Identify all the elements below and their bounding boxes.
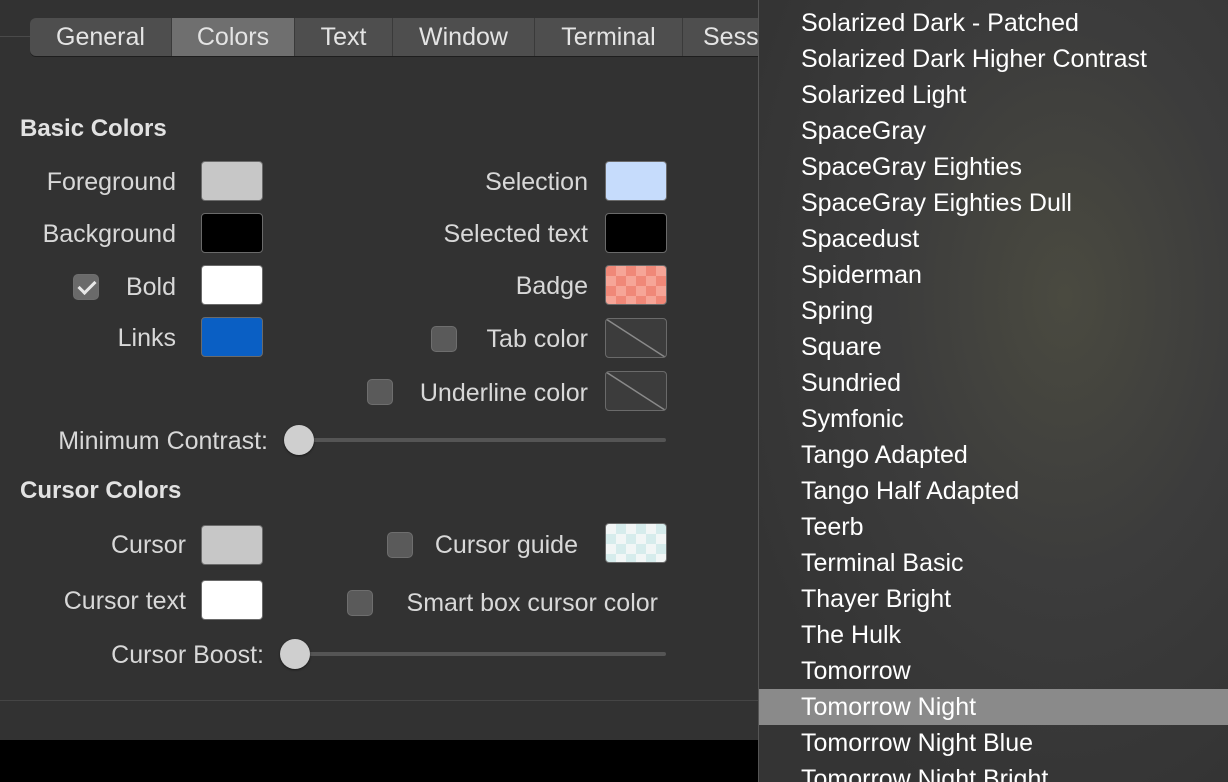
- selected-text-label: Selected text: [443, 220, 588, 248]
- underline-color-checkbox[interactable]: [367, 379, 393, 405]
- selection-color-well[interactable]: [605, 161, 667, 201]
- color-presets-list: Solarized Dark - Patched Solarized Dark H…: [759, 5, 1228, 782]
- menu-item[interactable]: Thayer Bright: [759, 581, 1228, 617]
- cursor-text-color-well[interactable]: [201, 580, 263, 620]
- smart-box-cursor-color-checkbox[interactable]: [347, 590, 373, 616]
- selected-text-color-well[interactable]: [605, 213, 667, 253]
- background-color-well[interactable]: [201, 213, 263, 253]
- menu-item[interactable]: Symfonic: [759, 401, 1228, 437]
- menu-item[interactable]: Tango Half Adapted: [759, 473, 1228, 509]
- tab-general[interactable]: General: [30, 18, 172, 56]
- menu-item[interactable]: Spiderman: [759, 257, 1228, 293]
- tab-color-well[interactable]: [605, 318, 667, 358]
- minimum-contrast-label: Minimum Contrast:: [58, 427, 268, 455]
- cursor-colors-heading: Cursor Colors: [20, 477, 182, 504]
- no-color-slash-icon: [606, 319, 666, 357]
- foreground-label: Foreground: [46, 168, 176, 196]
- menu-item[interactable]: SpaceGray Eighties: [759, 149, 1228, 185]
- foreground-color-well[interactable]: [201, 161, 263, 201]
- minimum-contrast-slider[interactable]: [290, 438, 666, 442]
- cursor-guide-label: Cursor guide: [434, 531, 578, 559]
- cursor-guide-color-well[interactable]: [605, 523, 667, 563]
- cursor-boost-slider[interactable]: [286, 652, 666, 656]
- menu-item[interactable]: Tomorrow Night: [759, 689, 1228, 725]
- links-color-well[interactable]: [201, 317, 263, 357]
- underline-color-label: Underline color: [419, 379, 588, 407]
- cursor-color-well[interactable]: [201, 525, 263, 565]
- cursor-boost-slider-knob[interactable]: [280, 639, 310, 669]
- cursor-text-label: Cursor text: [63, 587, 186, 615]
- divider: [0, 700, 760, 701]
- menu-item[interactable]: Spacedust: [759, 221, 1228, 257]
- menu-item[interactable]: Tomorrow: [759, 653, 1228, 689]
- menu-item[interactable]: Terminal Basic: [759, 545, 1228, 581]
- no-color-slash-icon: [606, 372, 666, 410]
- menu-item[interactable]: Square: [759, 329, 1228, 365]
- badge-color-well[interactable]: [605, 265, 667, 305]
- menu-item[interactable]: Teerb: [759, 509, 1228, 545]
- bold-color-well[interactable]: [201, 265, 263, 305]
- menu-item[interactable]: Solarized Light: [759, 77, 1228, 113]
- menu-item[interactable]: SpaceGray Eighties Dull: [759, 185, 1228, 221]
- tab-colors[interactable]: Colors: [172, 18, 295, 56]
- background-label: Background: [42, 220, 176, 248]
- menu-item[interactable]: SpaceGray: [759, 113, 1228, 149]
- tab-color-checkbox[interactable]: [431, 326, 457, 352]
- bold-label: Bold: [125, 273, 176, 301]
- cursor-guide-checkbox[interactable]: [387, 532, 413, 558]
- tab-text[interactable]: Text: [295, 18, 393, 56]
- menu-item[interactable]: Solarized Dark Higher Contrast: [759, 41, 1228, 77]
- cursor-label: Cursor: [110, 531, 186, 559]
- cursor-boost-label: Cursor Boost:: [111, 641, 264, 669]
- tab-bar: General Colors Text Window Terminal Sess: [30, 18, 760, 56]
- menu-item[interactable]: Tomorrow Night Bright: [759, 761, 1228, 782]
- tab-color-label: Tab color: [486, 325, 588, 353]
- badge-label: Badge: [515, 272, 588, 300]
- minimum-contrast-slider-knob[interactable]: [284, 425, 314, 455]
- menu-item[interactable]: Solarized Dark - Patched: [759, 5, 1228, 41]
- menu-item[interactable]: Sundried: [759, 365, 1228, 401]
- menu-item[interactable]: Tomorrow Night Blue: [759, 725, 1228, 761]
- smart-box-cursor-color-label: Smart box cursor color: [406, 589, 658, 617]
- underline-color-well[interactable]: [605, 371, 667, 411]
- color-presets-menu: Solarized Dark - Patched Solarized Dark H…: [758, 0, 1228, 782]
- tab-window[interactable]: Window: [393, 18, 535, 56]
- menu-item[interactable]: Spring: [759, 293, 1228, 329]
- links-label: Links: [117, 324, 176, 352]
- basic-colors-heading: Basic Colors: [20, 115, 167, 142]
- menu-item[interactable]: The Hulk: [759, 617, 1228, 653]
- tab-session[interactable]: Sess: [683, 18, 760, 56]
- preferences-panel: General Colors Text Window Terminal Sess…: [0, 0, 760, 740]
- menu-item[interactable]: Tango Adapted: [759, 437, 1228, 473]
- bold-checkbox[interactable]: [73, 274, 99, 300]
- selection-label: Selection: [485, 168, 588, 196]
- tab-terminal[interactable]: Terminal: [535, 18, 683, 56]
